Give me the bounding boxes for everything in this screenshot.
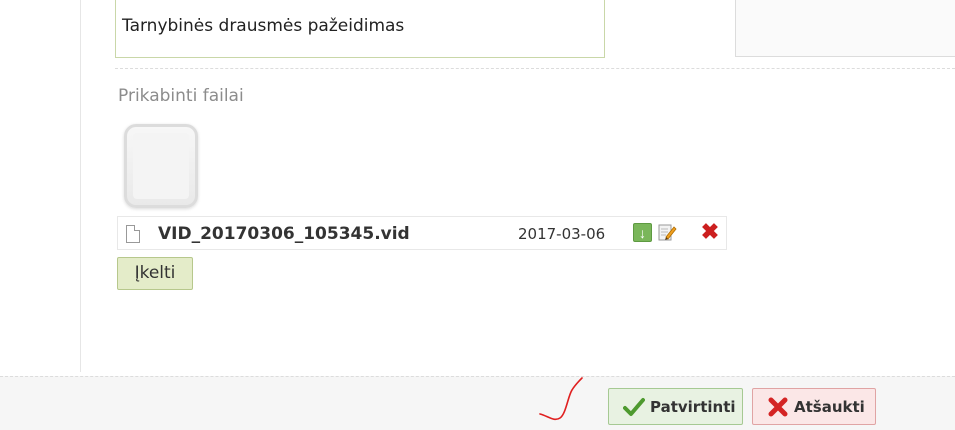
section-divider [115,68,955,69]
x-icon [768,397,788,417]
cancel-button[interactable]: Atšaukti [752,388,876,425]
file-thumbnail-preview [133,133,189,199]
attachments-section-label: Prikabinti failai [118,86,244,106]
file-thumbnail[interactable] [124,124,198,208]
side-panel [735,0,955,57]
checkmark-icon [623,398,645,416]
upload-button[interactable]: Įkelti [117,257,193,290]
document-icon [126,225,140,243]
attachment-date: 2017-03-06 [518,225,606,243]
reason-field-value: Tarnybinės drausmės pažeidimas [122,16,405,36]
red-annotation-checkmark [539,377,583,421]
confirm-button[interactable]: Patvirtinti [608,388,743,425]
cancel-button-label: Atšaukti [794,398,865,416]
confirm-button-label: Patvirtinti [650,398,736,416]
content-left-border [80,0,81,372]
download-icon[interactable]: ↓ [633,223,652,242]
reason-field[interactable]: Tarnybinės drausmės pažeidimas [115,0,605,58]
delete-icon[interactable]: ✖ [699,220,721,244]
attachment-file-name[interactable]: VID_20170306_105345.vid [158,224,410,244]
edit-icon[interactable] [657,222,677,242]
attachment-row: VID_20170306_105345.vid 2017-03-06 ↓ ✖ [117,216,727,250]
